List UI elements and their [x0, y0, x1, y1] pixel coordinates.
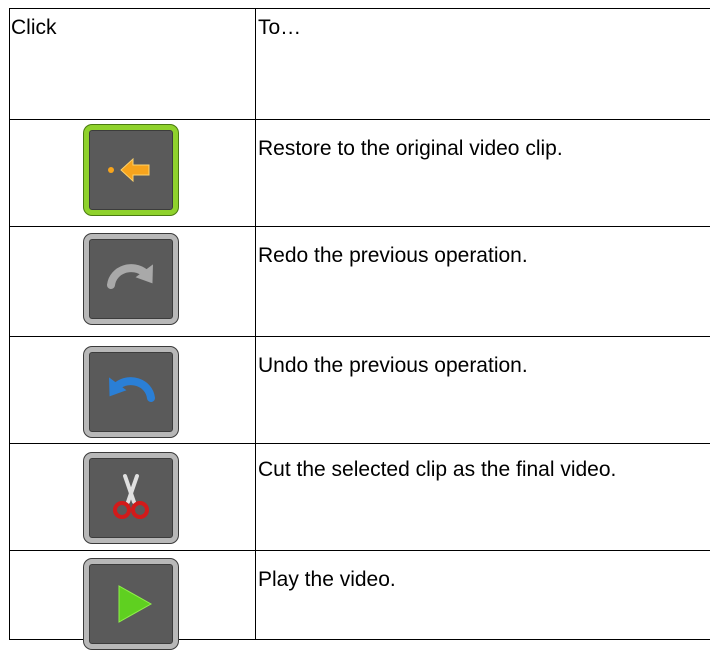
description-cell: Play the video.	[255, 550, 710, 640]
description-cell: Redo the previous operation.	[255, 226, 710, 337]
cut-button[interactable]	[84, 453, 178, 543]
row-description: Cut the selected clip as the final video…	[258, 458, 617, 481]
table-row: Undo the previous operation.	[9, 336, 710, 444]
table-header-row: Click To…	[9, 8, 710, 120]
undo-button[interactable]	[84, 347, 178, 437]
play-button[interactable]	[84, 559, 178, 649]
row-description: Undo the previous operation.	[258, 354, 528, 377]
row-description: Redo the previous operation.	[258, 244, 528, 267]
icon-reference-table: Click To… Restore to the original video …	[9, 8, 710, 649]
description-cell: Cut the selected clip as the final video…	[255, 443, 710, 551]
redo-button[interactable]	[84, 234, 178, 324]
header-to-label: To…	[258, 16, 302, 39]
scissors-icon	[113, 474, 149, 519]
row-description: Play the video.	[258, 568, 396, 591]
restore-button[interactable]	[84, 125, 178, 215]
icon-cell	[9, 336, 256, 444]
table-row: Redo the previous operation.	[9, 226, 710, 337]
icon-cell	[9, 119, 256, 227]
header-click-cell: Click	[9, 8, 256, 120]
icon-cell	[9, 226, 256, 337]
table-row: Play the video.	[9, 550, 710, 649]
header-to-cell: To…	[255, 8, 710, 120]
play-icon	[118, 585, 153, 623]
redo-icon	[107, 264, 153, 289]
table-row: Cut the selected clip as the final video…	[9, 443, 710, 551]
row-description: Restore to the original video clip.	[258, 137, 563, 160]
header-click-label: Click	[11, 16, 57, 39]
restore-arrow-icon	[108, 157, 150, 183]
description-cell: Restore to the original video clip.	[255, 119, 710, 227]
icon-cell	[9, 443, 256, 551]
description-cell: Undo the previous operation.	[255, 336, 710, 444]
table-row: Restore to the original video clip.	[9, 119, 710, 227]
undo-icon	[109, 377, 155, 402]
icon-cell	[9, 550, 256, 649]
